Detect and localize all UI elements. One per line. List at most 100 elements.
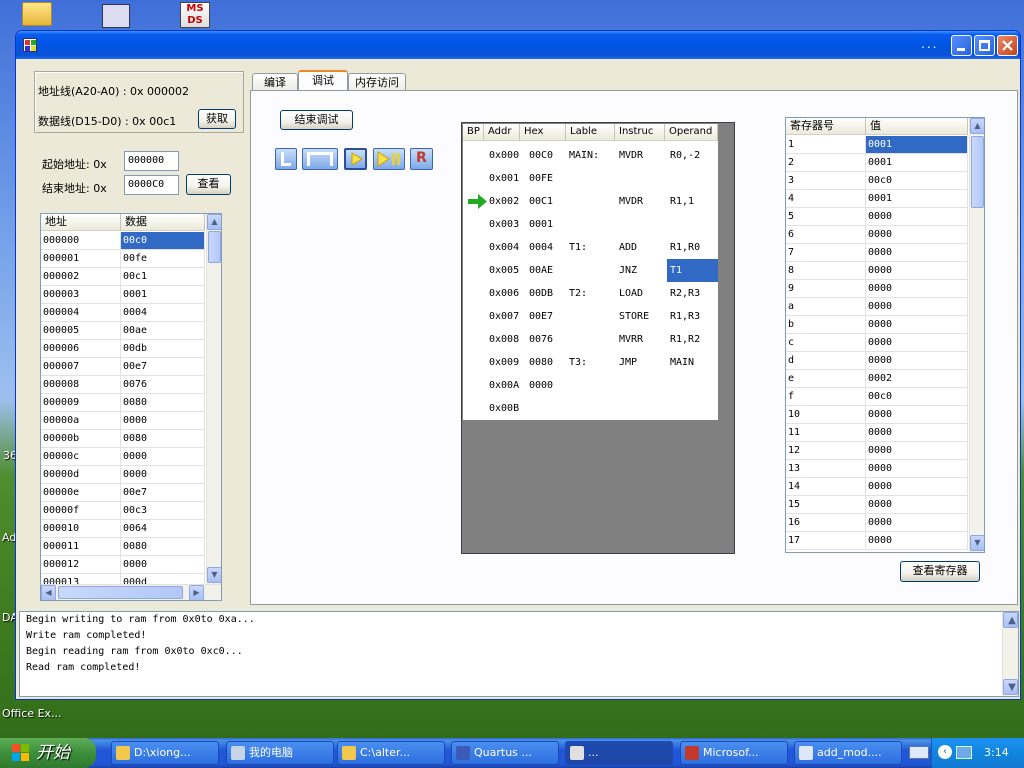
desktop-app-icon[interactable] [102,4,130,28]
maximize-button[interactable] [974,35,995,56]
scroll-right-arrow-icon[interactable]: ▶ [189,585,204,600]
memory-row[interactable]: 000010 0064 [41,520,205,538]
desktop-ms-icon[interactable]: MS DS [180,2,210,28]
column-header-label[interactable]: Lable [566,124,615,141]
register-row[interactable]: 10 0000 [786,406,968,424]
code-row[interactable]: 0x00A 0000 [463,374,718,397]
scroll-thumb[interactable] [208,231,221,263]
scroll-up-arrow-icon[interactable]: ▲ [1003,612,1018,628]
register-row[interactable]: 1 0001 [786,136,968,154]
taskbar-button[interactable]: 我的电脑 [226,741,334,765]
tab-compile[interactable]: 编译 [252,73,298,91]
register-row[interactable]: 3 00c0 [786,172,968,190]
view-registers-button[interactable]: 查看寄存器 [900,561,980,582]
taskbar-button[interactable]: add_mod.... [794,741,902,765]
scroll-down-arrow-icon[interactable]: ▼ [1003,679,1018,695]
column-header-instruction[interactable]: Instruc [615,124,665,141]
memory-row[interactable]: 000001 00fe [41,250,205,268]
taskbar-button[interactable]: D:\xiong... [111,741,219,765]
scroll-up-arrow-icon[interactable]: ▲ [207,214,221,230]
column-header-operand[interactable]: Operand [665,124,718,141]
register-row[interactable]: 12 0000 [786,442,968,460]
memory-row[interactable]: 00000b 0080 [41,430,205,448]
close-button[interactable] [997,35,1018,56]
taskbar-button[interactable]: Microsof... [680,741,788,765]
run-icon[interactable] [344,148,367,170]
register-row[interactable]: e 0002 [786,370,968,388]
memory-row[interactable]: 00000a 0000 [41,412,205,430]
memory-row[interactable]: 000006 00db [41,340,205,358]
memory-row[interactable]: 000005 00ae [41,322,205,340]
code-row[interactable]: 0x009 0080 T3: JMP MAIN [463,351,718,374]
taskbar-button[interactable]: ... [565,741,673,765]
memory-row[interactable]: 00000f 00c3 [41,502,205,520]
tab-debug[interactable]: 调试 [298,70,348,90]
step-over-icon[interactable] [302,148,338,170]
code-row[interactable]: 0x005 00AE JNZ T1 [463,259,718,282]
scroll-down-arrow-icon[interactable]: ▼ [207,567,221,583]
memory-row[interactable]: 000012 0000 [41,556,205,574]
log-vertical-scrollbar[interactable]: ▲ ▼ [1002,612,1018,696]
code-row[interactable]: 0x003 0001 [463,213,718,236]
register-row[interactable]: 8 0000 [786,262,968,280]
horizontal-scroll-thumb[interactable] [58,586,183,599]
end-address-input[interactable]: 0000C0 [124,175,179,195]
fetch-button[interactable]: 获取 [198,109,236,129]
register-row[interactable]: 14 0000 [786,478,968,496]
taskbar-button[interactable]: Quartus ... [451,741,559,765]
memory-list[interactable]: 地址 数据 000000 00c0 000001 00fe 000002 00c1 0000… [40,213,222,601]
code-row[interactable]: 0x007 00E7 STORE R1,R3 [463,305,718,328]
code-view[interactable]: BP Addr Hex Lable Instruc Operand 0x000 0… [461,122,735,554]
scroll-up-arrow-icon[interactable]: ▲ [970,118,984,134]
column-header-register[interactable]: 寄存器号 [786,118,866,135]
column-header-data[interactable]: 数据 [121,214,205,231]
desktop-label[interactable]: Office Ex... [2,707,62,720]
memory-row[interactable]: 000009 0080 [41,394,205,412]
register-row[interactable]: 13 0000 [786,460,968,478]
memory-row[interactable]: 000004 0004 [41,304,205,322]
tray-back-arrow-icon[interactable]: ‹ [938,745,952,759]
register-row[interactable]: d 0000 [786,352,968,370]
column-header-bp[interactable]: BP [463,124,484,141]
output-log[interactable]: Begin writing to ram from 0x0to 0xa... Wr… [19,611,1019,697]
minimize-button[interactable] [951,35,972,56]
memory-row[interactable]: 000002 00c1 [41,268,205,286]
register-row[interactable]: 5 0000 [786,208,968,226]
memory-row[interactable]: 00000d 0000 [41,466,205,484]
register-row[interactable]: b 0000 [786,316,968,334]
register-row[interactable]: 2 0001 [786,154,968,172]
code-row[interactable]: 0x001 00FE [463,167,718,190]
scroll-thumb[interactable] [971,136,984,208]
memory-row[interactable]: 00000e 00e7 [41,484,205,502]
clock[interactable]: 3:14 [984,738,1009,768]
memory-row[interactable]: 00000c 0000 [41,448,205,466]
title-bar[interactable]: ... [16,31,1020,59]
reset-icon[interactable]: R [410,148,433,170]
view-button[interactable]: 查看 [186,174,231,195]
memory-row[interactable]: 000003 0001 [41,286,205,304]
keyboard-icon[interactable] [909,746,929,759]
code-row[interactable]: 0x002 00C1 MVDR R1,1 [463,190,718,213]
column-header-address[interactable]: 地址 [41,214,121,231]
step-icon[interactable] [275,148,297,170]
end-debug-button[interactable]: 结束调试 [280,110,353,130]
network-icon[interactable] [956,746,972,759]
register-row[interactable]: 11 0000 [786,424,968,442]
register-list[interactable]: 寄存器号 值 1 0001 2 0001 3 00c0 4 0001 5 0000 6 0000 7 00… [785,117,985,553]
memory-horizontal-scrollbar[interactable]: ◀ ▶ [41,584,221,600]
taskbar-button[interactable]: C:\alter... [337,741,445,765]
register-row[interactable]: 4 0001 [786,190,968,208]
register-row[interactable]: a 0000 [786,298,968,316]
column-header-value[interactable]: 值 [866,118,968,135]
register-row[interactable]: c 0000 [786,334,968,352]
memory-row[interactable]: 000007 00e7 [41,358,205,376]
code-row[interactable]: 0x004 0004 T1: ADD R1,R0 [463,236,718,259]
register-row[interactable]: 7 0000 [786,244,968,262]
register-row[interactable]: 16 0000 [786,514,968,532]
code-row[interactable]: 0x008 0076 MVRR R1,R2 [463,328,718,351]
column-header-addr[interactable]: Addr [484,124,520,141]
register-row[interactable]: 6 0000 [786,226,968,244]
scroll-down-arrow-icon[interactable]: ▼ [970,535,984,551]
desktop-folder-icon[interactable] [22,2,52,26]
memory-row[interactable]: 000008 0076 [41,376,205,394]
